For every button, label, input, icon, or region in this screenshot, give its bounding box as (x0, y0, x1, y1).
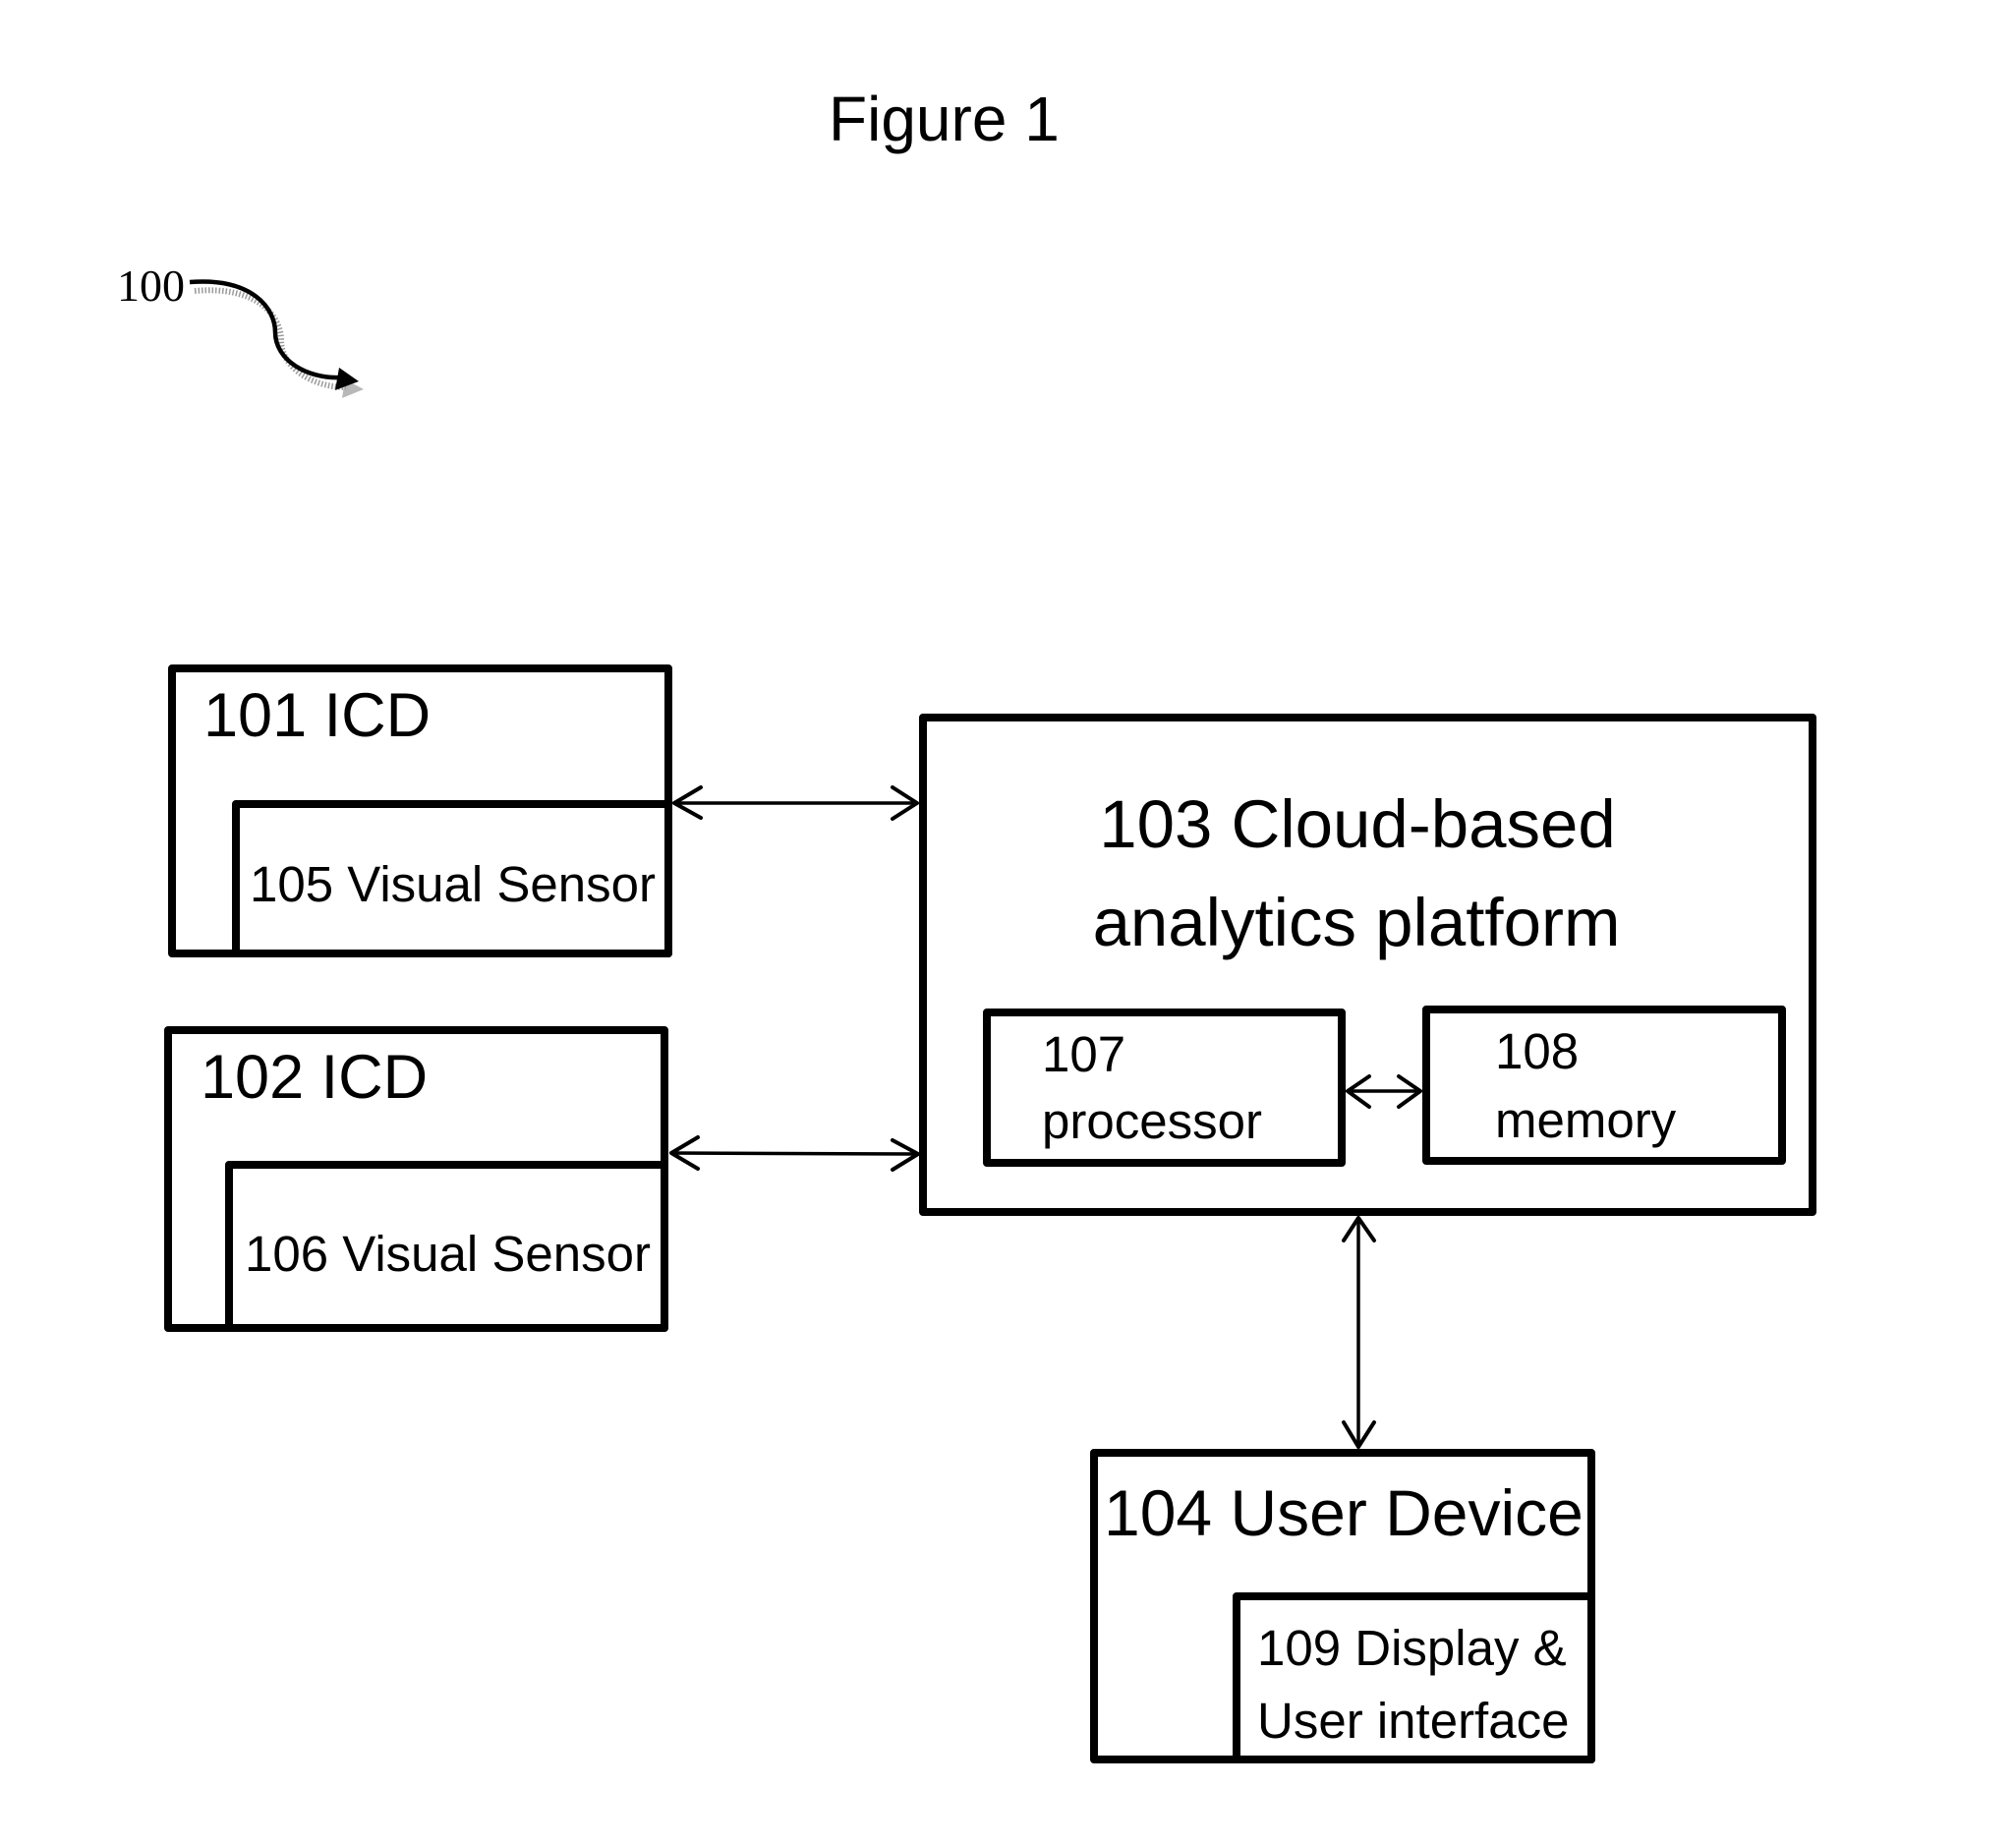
block-101-icd[interactable]: 101 ICD 105 Visual Sensor (168, 664, 672, 957)
system-diagram: Figure 1 100 101 ICD 105 Visual Sensor 1… (117, 84, 1816, 1763)
sensor-106-label: 106 Visual Sensor (245, 1226, 651, 1282)
icd-101-label: 101 ICD (203, 681, 431, 750)
figure-title: Figure 1 (829, 84, 1060, 154)
platform-103-label-line1: 103 Cloud-based (1099, 786, 1616, 862)
connector-101-103 (672, 785, 919, 821)
block-106-visual-sensor[interactable]: 106 Visual Sensor (225, 1161, 668, 1332)
display-109-label-line1: 109 Display & (1257, 1620, 1567, 1676)
connector-103-104 (1342, 1216, 1376, 1449)
processor-107-label: processor (1042, 1093, 1262, 1149)
memory-108-number: 108 (1495, 1023, 1579, 1079)
icd-102-label: 102 ICD (201, 1043, 428, 1112)
block-108-memory[interactable]: 108 memory (1422, 1006, 1786, 1165)
block-103-platform[interactable]: 103 Cloud-based analytics platform 107 p… (919, 714, 1816, 1216)
block-109-display[interactable]: 109 Display & User interface (1233, 1592, 1595, 1763)
reference-numeral: 100 (117, 260, 185, 311)
curved-arrow-shadow (194, 287, 347, 390)
connector-102-103 (669, 1135, 920, 1172)
memory-108-label: memory (1495, 1092, 1677, 1148)
sensor-105-label: 105 Visual Sensor (250, 856, 656, 912)
block-104-user-device[interactable]: 104 User Device 109 Display & User inter… (1090, 1449, 1595, 1763)
block-105-visual-sensor[interactable]: 105 Visual Sensor (232, 800, 672, 957)
curved-arrow-icon (189, 279, 364, 398)
processor-107-number: 107 (1042, 1026, 1125, 1082)
reference-100: 100 (117, 260, 364, 398)
block-107-processor[interactable]: 107 processor (983, 1009, 1346, 1167)
display-109-label-line2: User interface (1257, 1693, 1569, 1749)
curved-arrow-line (189, 279, 343, 380)
user-device-104-label: 104 User Device (1104, 1476, 1584, 1549)
platform-103-label-line2: analytics platform (1093, 885, 1621, 960)
block-102-icd[interactable]: 102 ICD 106 Visual Sensor (164, 1026, 668, 1332)
connector-line (669, 1151, 920, 1156)
